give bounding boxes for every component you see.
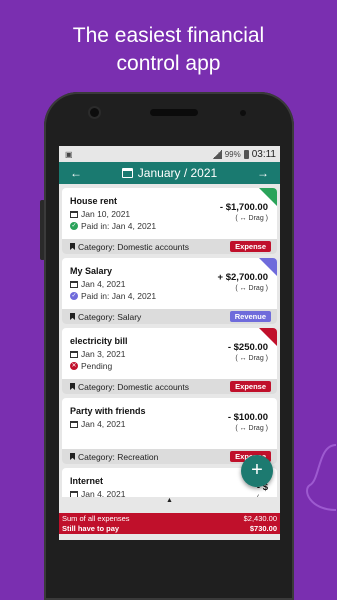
bookmark-icon <box>70 383 75 390</box>
entry-name: House rent <box>70 196 118 206</box>
entry-category: Category: Salary <box>70 312 141 322</box>
previous-month-button[interactable]: ← <box>69 166 83 180</box>
entry-category-text: Category: Recreation <box>78 451 159 462</box>
pending-x-icon: ✕ <box>70 362 78 370</box>
entry-category-text: Category: Salary <box>78 311 142 322</box>
entry-status-text: Paid in: Jan 4, 2021 <box>81 291 157 301</box>
calendar-icon <box>70 210 78 218</box>
entry-type-badge: Expense <box>230 241 271 252</box>
entry-category-text: Category: Domestic accounts <box>78 381 190 392</box>
entry-status: ✓ Paid in: Jan 4, 2021 <box>70 291 156 301</box>
signal-icon <box>211 149 222 159</box>
entry-amount: - $1,700.00 <box>219 202 268 213</box>
entry-amount: - $100.00 <box>227 412 268 423</box>
entry-name: electricity bill <box>70 336 128 346</box>
entry-type-badge: Expense <box>230 381 271 392</box>
entry-status-text: Pending <box>81 361 113 371</box>
headline-line-2: control app <box>116 52 221 75</box>
entry-card[interactable]: My Salary Jan 4, 2021 ✓ Paid in: Jan 4, 2… <box>62 258 277 324</box>
entry-date-text: Jan 4, 2021 <box>81 419 126 429</box>
bookmark-icon <box>70 243 75 250</box>
speaker-grille <box>150 109 198 116</box>
calendar-icon <box>121 168 133 178</box>
entry-name: Party with friends <box>70 406 146 416</box>
entry-status: ✓ Paid in: Jan 4, 2021 <box>70 221 156 231</box>
battery-percent: 99% <box>224 149 241 159</box>
entry-category-text: Category: Domestic accounts <box>78 241 190 252</box>
next-month-button[interactable]: → <box>256 166 270 180</box>
still-to-pay-value: $730.00 <box>249 523 277 533</box>
month-app-bar: ← January / 2021 → <box>59 162 280 184</box>
entry-date: Jan 10, 2021 <box>70 209 130 219</box>
clock: 03:11 <box>251 148 276 160</box>
bookmark-icon <box>70 313 75 320</box>
entry-date-text: Jan 3, 2021 <box>81 349 126 359</box>
drag-hint[interactable]: ( ↔ Drag ) <box>235 425 268 432</box>
entry-status: ✕ Pending <box>70 361 112 371</box>
promo-headline: The easiest financial control app <box>0 22 337 78</box>
entry-date: Jan 3, 2021 <box>70 349 125 359</box>
decorative-wave <box>306 444 337 511</box>
entry-card[interactable]: Party with friends Jan 4, 2021 - $100.00… <box>62 398 277 464</box>
entry-date-text: Jan 10, 2021 <box>81 209 131 219</box>
add-entry-button[interactable]: + <box>241 455 273 487</box>
entry-amount: + $2,700.00 <box>217 272 268 283</box>
month-selector[interactable]: January / 2021 <box>121 166 218 180</box>
month-title: January / 2021 <box>137 166 218 180</box>
entry-name: Internet <box>70 476 104 486</box>
bookmark-icon <box>70 453 75 460</box>
scroll-up-indicator[interactable]: ▲ <box>59 497 280 513</box>
expenses-total-value: $2,430.00 <box>243 514 277 523</box>
status-check-icon: ✓ <box>70 292 78 300</box>
entry-date: Jan 4, 2021 <box>70 419 125 429</box>
notification-icon: ▣ <box>65 149 73 159</box>
drag-hint[interactable]: ( ↔ Drag ) <box>235 285 268 292</box>
entry-category: Category: Domestic accounts <box>70 382 189 392</box>
expenses-total-label: Sum of all expenses <box>62 514 130 523</box>
entry-date: Jan 4, 2021 <box>70 279 125 289</box>
drag-hint[interactable]: ( ↔ Drag ) <box>235 215 268 222</box>
entry-card[interactable]: House rent Jan 10, 2021 ✓ Paid in: Jan 4,… <box>62 188 277 254</box>
still-to-pay-label: Still have to pay <box>62 523 120 533</box>
expenses-total-row: Sum of all expenses $2,430.00 <box>62 514 277 524</box>
entry-footer: Category: Domestic accounts Expense <box>62 379 277 394</box>
entry-status-text: Paid in: Jan 4, 2021 <box>81 221 157 231</box>
entry-card[interactable]: electricity bill Jan 3, 2021 ✕ Pending - … <box>62 328 277 394</box>
entry-date-text: Jan 4, 2021 <box>81 279 126 289</box>
headline-line-1: The easiest financial <box>72 24 265 47</box>
drag-hint[interactable]: ( ↔ Drag ) <box>235 355 268 362</box>
status-check-icon: ✓ <box>70 222 78 230</box>
sensor-icon <box>240 110 246 116</box>
entry-amount: - $250.00 <box>227 342 268 353</box>
entry-category: Category: Recreation <box>70 452 158 462</box>
still-to-pay-row: Still have to pay $730.00 <box>62 524 277 534</box>
calendar-icon <box>70 350 78 358</box>
entry-footer: Category: Domestic accounts Expense <box>62 239 277 254</box>
calendar-icon <box>70 280 78 288</box>
battery-icon <box>243 149 249 159</box>
entry-category: Category: Domestic accounts <box>70 242 189 252</box>
calendar-icon <box>70 420 78 428</box>
camera-icon <box>90 108 99 117</box>
entry-type-badge: Revenue <box>229 311 271 322</box>
summary-bar: Sum of all expenses $2,430.00 Still have… <box>59 513 280 534</box>
entry-footer: Category: Salary Revenue <box>62 309 277 324</box>
entry-name: My Salary <box>70 266 113 276</box>
status-bar: ▣ 99% 03:11 <box>59 146 280 162</box>
